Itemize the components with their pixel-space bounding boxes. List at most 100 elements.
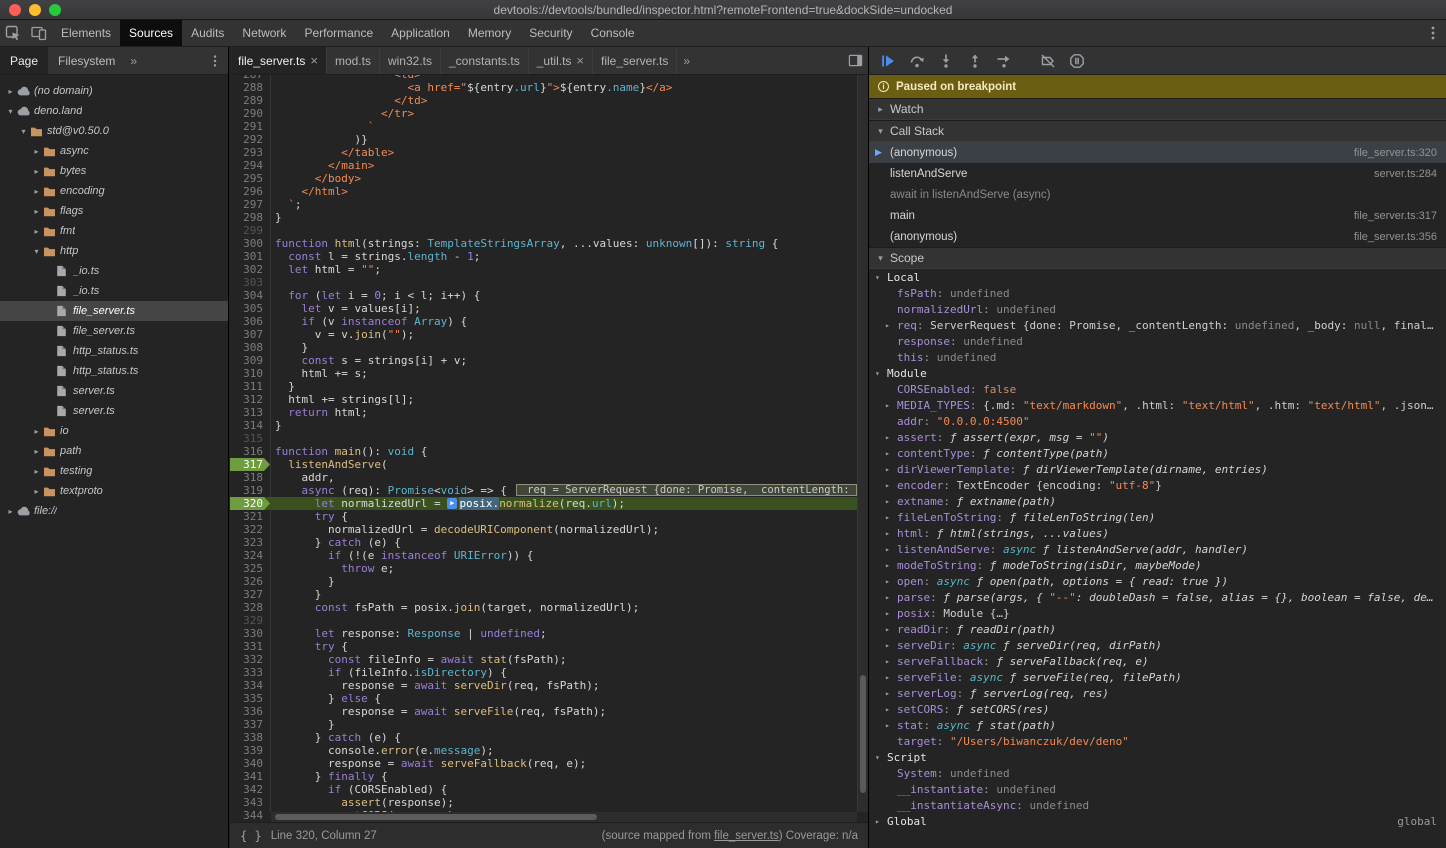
line-number[interactable]: 314	[230, 419, 270, 432]
tab-security[interactable]: Security	[520, 20, 581, 46]
disclosure-collapsed-icon[interactable]: ▸	[30, 427, 43, 436]
disclosure-collapsed-icon[interactable]: ▸	[885, 513, 897, 522]
file-tree-item[interactable]: ▸(no domain)	[0, 81, 228, 101]
scope-variable[interactable]: __instantiate: undefined	[869, 781, 1446, 797]
step-out-button[interactable]	[965, 51, 985, 71]
file-tree-item[interactable]: ▸flags	[0, 201, 228, 221]
disclosure-collapsed-icon[interactable]: ▸	[885, 433, 897, 442]
scope-variable[interactable]: this: undefined	[869, 349, 1446, 365]
line-number[interactable]: 336	[230, 705, 270, 718]
devtools-menu-icon[interactable]	[1420, 20, 1446, 46]
tab-elements[interactable]: Elements	[52, 20, 120, 46]
resume-button[interactable]	[878, 51, 898, 71]
disclosure-expanded-icon[interactable]: ▾	[30, 247, 43, 256]
editor-tab[interactable]: win32.ts	[380, 47, 441, 74]
close-button[interactable]	[9, 4, 21, 16]
call-stack-frame[interactable]: ▶(anonymous)file_server.ts:320	[869, 142, 1446, 163]
editor-tab[interactable]: file_server.ts×	[230, 47, 327, 74]
scope-variable[interactable]: ▸contentType: ƒ contentType(path)	[869, 445, 1446, 461]
line-number[interactable]: 295	[230, 172, 270, 185]
line-number[interactable]: 343	[230, 796, 270, 809]
line-number[interactable]: 339	[230, 744, 270, 757]
editor-vertical-scrollbar[interactable]	[857, 75, 868, 812]
disclosure-collapsed-icon[interactable]: ▸	[30, 207, 43, 216]
pretty-print-icon[interactable]: { }	[240, 829, 262, 843]
close-tab-icon[interactable]: ×	[576, 54, 584, 67]
disclosure-collapsed-icon[interactable]: ▸	[30, 447, 43, 456]
disclosure-collapsed-icon[interactable]: ▸	[30, 147, 43, 156]
line-number[interactable]: 313	[230, 406, 270, 419]
scope-variable[interactable]: fsPath: undefined	[869, 285, 1446, 301]
line-number[interactable]: 302	[230, 263, 270, 276]
scope-variable[interactable]: ▸serverLog: ƒ serverLog(req, res)	[869, 685, 1446, 701]
line-number[interactable]: 305	[230, 302, 270, 315]
editor-tab[interactable]: _constants.ts	[441, 47, 529, 74]
scope-variable[interactable]: ▸posix: Module {…}	[869, 605, 1446, 621]
file-tree-item[interactable]: ▸textproto	[0, 481, 228, 501]
tab-performance[interactable]: Performance	[295, 20, 382, 46]
tab-audits[interactable]: Audits	[182, 20, 233, 46]
call-stack-frame[interactable]: (anonymous)file_server.ts:356	[869, 226, 1446, 247]
file-tree-item[interactable]: _io.ts	[0, 261, 228, 281]
file-tree-item[interactable]: http_status.ts	[0, 361, 228, 381]
line-number[interactable]: 335	[230, 692, 270, 705]
zoom-button[interactable]	[49, 4, 61, 16]
tab-filesystem[interactable]: Filesystem	[48, 47, 125, 74]
scope-variable[interactable]: target: "/Users/biwanczuk/dev/deno"	[869, 733, 1446, 749]
line-number[interactable]: 304	[230, 289, 270, 302]
line-number[interactable]: 288	[230, 81, 270, 94]
disclosure-collapsed-icon[interactable]: ▸	[30, 187, 43, 196]
line-number[interactable]: 332	[230, 653, 270, 666]
tab-memory[interactable]: Memory	[459, 20, 520, 46]
code-editor[interactable]: 287 <td>288 <a href="${entry.url}">${ent…	[230, 75, 868, 822]
line-number[interactable]: 326	[230, 575, 270, 588]
source-map-link[interactable]: file_server.ts	[714, 830, 779, 842]
scope-variable[interactable]: ▸modeToString: ƒ modeToString(isDir, may…	[869, 557, 1446, 573]
file-tree-item[interactable]: ▸bytes	[0, 161, 228, 181]
line-number[interactable]: 319	[230, 484, 270, 497]
file-tree-item[interactable]: ▸testing	[0, 461, 228, 481]
line-number[interactable]: 342	[230, 783, 270, 796]
disclosure-collapsed-icon[interactable]: ▸	[885, 593, 897, 602]
step-button[interactable]	[994, 51, 1014, 71]
disclosure-collapsed-icon[interactable]: ▸	[4, 507, 17, 516]
line-number[interactable]: 312	[230, 393, 270, 406]
scope-variable[interactable]: ▸encoder: TextEncoder {encoding: "utf-8"…	[869, 477, 1446, 493]
disclosure-expanded-icon[interactable]: ▾	[17, 127, 30, 136]
scope-variable[interactable]: __instantiateAsync: undefined	[869, 797, 1446, 813]
line-number[interactable]: 306	[230, 315, 270, 328]
line-number[interactable]: 344	[230, 809, 270, 822]
line-number[interactable]: 323	[230, 536, 270, 549]
line-number[interactable]: 329	[230, 614, 270, 627]
scope-variable[interactable]: ▸html: ƒ html(strings, ...values)	[869, 525, 1446, 541]
line-number[interactable]: 296	[230, 185, 270, 198]
disclosure-expanded-icon[interactable]: ▾	[4, 107, 17, 116]
file-tree-item[interactable]: http_status.ts	[0, 341, 228, 361]
scope-variable[interactable]: CORSEnabled: false	[869, 381, 1446, 397]
scope-section-module[interactable]: ▾Module	[869, 365, 1446, 381]
deactivate-breakpoints-button[interactable]	[1038, 51, 1058, 71]
scope-variable[interactable]: response: undefined	[869, 333, 1446, 349]
line-number[interactable]: 301	[230, 250, 270, 263]
scope-section-local[interactable]: ▾Local	[869, 269, 1446, 285]
step-over-button[interactable]	[907, 51, 927, 71]
call-stack-frame[interactable]: listenAndServeserver.ts:284	[869, 163, 1446, 184]
line-number[interactable]: 298	[230, 211, 270, 224]
disclosure-collapsed-icon[interactable]: ▸	[885, 529, 897, 538]
disclosure-collapsed-icon[interactable]: ▸	[885, 657, 897, 666]
scope-variable[interactable]: normalizedUrl: undefined	[869, 301, 1446, 317]
line-number[interactable]: 340	[230, 757, 270, 770]
scope-variable[interactable]: ▸serveFallback: ƒ serveFallback(req, e)	[869, 653, 1446, 669]
line-number[interactable]: 293	[230, 146, 270, 159]
file-tree-item[interactable]: ▸file://	[0, 501, 228, 521]
disclosure-collapsed-icon[interactable]: ▸	[885, 497, 897, 506]
disclosure-collapsed-icon[interactable]: ▸	[885, 449, 897, 458]
device-toolbar-icon[interactable]	[26, 20, 52, 46]
line-number[interactable]: 300	[230, 237, 270, 250]
navigator-menu-icon[interactable]	[202, 47, 228, 74]
line-number[interactable]: 341	[230, 770, 270, 783]
section-watch[interactable]: ▸ Watch	[869, 98, 1446, 120]
scope-variable[interactable]: ▸parse: ƒ parse(args, { "--": doubleDash…	[869, 589, 1446, 605]
more-editor-tabs-icon[interactable]: »	[677, 47, 696, 74]
section-call-stack[interactable]: ▾ Call Stack	[869, 120, 1446, 142]
